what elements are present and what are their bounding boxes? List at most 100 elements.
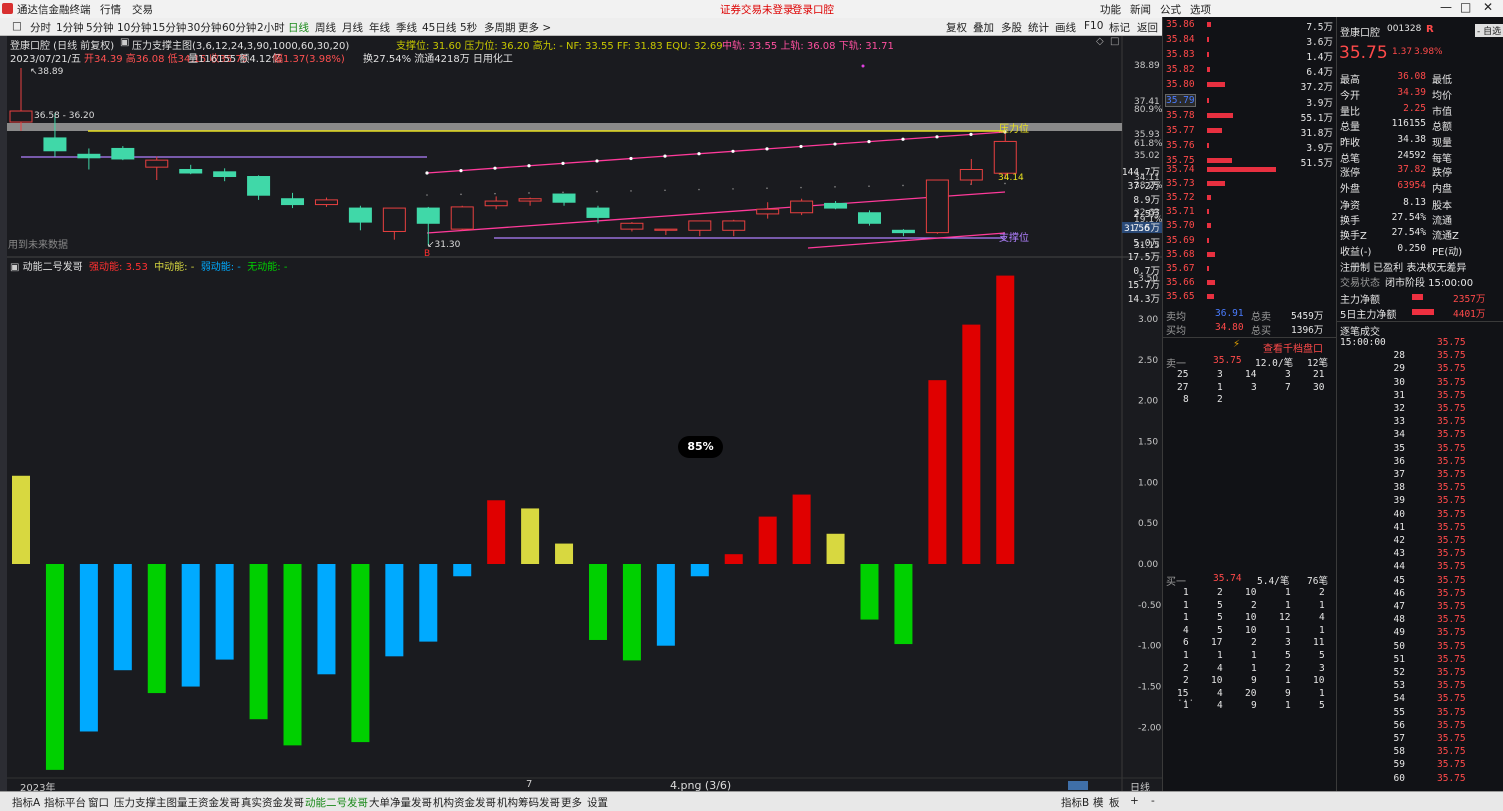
none-label: 无动能: — [247, 262, 281, 273]
tick-time: 49 — [1393, 627, 1405, 639]
indicator-tab[interactable]: 压力支撑主图 — [114, 795, 177, 810]
buy-avg-value: 34.80 — [1215, 322, 1244, 333]
sell1-size: 12.0/笔 — [1255, 358, 1294, 369]
indicator-tab[interactable]: 窗口 — [88, 795, 109, 810]
diamond-icon[interactable]: ◇ — [1096, 36, 1104, 47]
menu-formula[interactable]: 公式 — [1160, 2, 1181, 17]
bid-price[interactable]: 35.74 — [1166, 164, 1195, 175]
tick-time: 30 — [1393, 376, 1405, 388]
indicator-tab[interactable]: 真实资金发哥 — [241, 795, 304, 810]
template-tab[interactable]: 模 — [1093, 795, 1104, 810]
maximize-icon[interactable]: □ — [1460, 0, 1471, 14]
energy-bar — [12, 475, 30, 564]
bid-volume-bar — [1207, 181, 1225, 187]
queue-cell: 6 — [1183, 637, 1189, 649]
stat-value: 2.25 — [1403, 102, 1426, 114]
stat-value: 36.08 — [1397, 71, 1426, 82]
tick-time: 56 — [1393, 719, 1405, 731]
tick-price: 35.75 — [1437, 653, 1466, 665]
queue-cell: 2 — [1319, 587, 1325, 598]
channel-marker — [969, 132, 973, 137]
indicator-tab[interactable]: 机构资金发哥 — [433, 795, 496, 810]
queue-cell: 10 — [1245, 587, 1257, 598]
board-tab[interactable]: 板 — [1109, 795, 1120, 810]
stat-value: 116155 — [1391, 118, 1426, 130]
ask-volume-bar — [1207, 142, 1209, 148]
tick-price: 35.75 — [1437, 561, 1466, 573]
queue-cell: 2 — [1217, 587, 1223, 598]
ask-volume-bar — [1207, 157, 1232, 163]
sub-indicator-title[interactable]: 动能二号发哥 — [23, 262, 83, 273]
ask-price[interactable]: 35.86 — [1166, 19, 1195, 30]
bid-price[interactable]: 35.65 — [1166, 291, 1195, 302]
main5-net-value: 4401万 — [1453, 309, 1486, 320]
bid-price[interactable]: 35.73 — [1166, 178, 1195, 189]
ask-volume-bar — [1207, 52, 1209, 58]
chart-area[interactable]: ↖38.89 36.58 - 36.20 ↙31.30 压力位支撑位 34.14 B 38… — [0, 0, 1162, 791]
ask-volume: 55.1万 — [1300, 112, 1333, 124]
ask-price[interactable]: 35.82 — [1166, 64, 1195, 75]
indicator-tab[interactable]: 大单净量发哥 — [369, 795, 432, 810]
ask-price[interactable]: 35.79 — [1165, 93, 1196, 107]
tick-time: 28 — [1393, 350, 1405, 362]
bid-price[interactable]: 35.66 — [1166, 277, 1195, 288]
indicator-tab[interactable]: 指标A — [12, 795, 40, 810]
ask-price[interactable]: 35.78 — [1166, 110, 1195, 121]
bid-price[interactable]: 35.69 — [1166, 235, 1195, 246]
zoom-out-button[interactable]: - — [1151, 795, 1155, 807]
energy-tick-label: 2.00 — [1138, 397, 1158, 407]
indicator-tab-active[interactable]: 动能二号发哥 — [305, 795, 368, 810]
thousand-level-link[interactable]: 查看千档盘口 — [1263, 340, 1323, 355]
queue-cell: 1 — [1217, 650, 1223, 661]
bid-price[interactable]: 35.67 — [1166, 263, 1195, 274]
indicator-tab[interactable]: 机构筹码发哥 — [497, 795, 560, 810]
bid-volume: 17.5万 — [1127, 251, 1160, 263]
ask-price[interactable]: 35.83 — [1166, 49, 1195, 60]
ask-price[interactable]: 35.76 — [1166, 140, 1195, 151]
tick-panel-title[interactable]: 逐笔成交 — [1340, 323, 1380, 338]
settings-tab[interactable]: 设置 — [587, 795, 608, 810]
channel-dot — [766, 187, 768, 189]
menu-options[interactable]: 选项 — [1190, 2, 1211, 17]
bid-price[interactable]: 35.70 — [1166, 220, 1195, 231]
tick-price: 35.75 — [1437, 693, 1466, 705]
indicator-b-tab[interactable]: 指标B — [1061, 795, 1089, 810]
indicator-tab[interactable]: 量王资金发哥 — [177, 795, 240, 810]
queue-cell: 8 — [1183, 394, 1189, 406]
candle-body — [416, 207, 440, 224]
date-axis-mid: 7 — [526, 779, 533, 790]
tick-time: 55 — [1393, 706, 1405, 718]
close-icon[interactable]: ✕ — [1483, 0, 1493, 14]
buy1-label: 买一 — [1166, 577, 1186, 588]
bid-price[interactable]: 35.71 — [1166, 206, 1195, 217]
watchlist-button[interactable]: - 自选 — [1475, 24, 1503, 37]
indicator-tab[interactable]: 指标平台 — [44, 795, 86, 810]
channel-marker — [493, 166, 497, 170]
pressure-zone-band — [7, 123, 1122, 131]
bid-price[interactable]: 35.72 — [1166, 192, 1195, 203]
channel-dot — [494, 192, 496, 195]
order-book-panel: 35.86 7.5万 35.84 3.6万 35.83 1.4万 35.82 6.4万 35.8… — [1122, 17, 1337, 791]
candle-body — [790, 200, 814, 214]
channel-marker — [867, 140, 871, 144]
square-icon[interactable]: □ — [1110, 36, 1119, 47]
energy-bar — [724, 554, 743, 564]
ask-price[interactable]: 35.84 — [1166, 34, 1195, 45]
minimize-icon[interactable]: — — [1440, 0, 1452, 14]
candle-body — [518, 198, 542, 202]
scroll-thumb[interactable] — [1068, 781, 1088, 790]
energy-bar — [385, 564, 404, 657]
last-price: 35.75 — [1339, 43, 1388, 63]
more-tab[interactable]: 更多 — [561, 795, 582, 810]
lightning-icon: ⚡ — [1233, 339, 1241, 350]
queue-cell: 5 — [1319, 650, 1325, 661]
ask-price[interactable]: 35.77 — [1166, 125, 1195, 136]
zoom-in-button[interactable]: + — [1130, 795, 1139, 807]
bid-price[interactable]: 35.68 — [1166, 249, 1195, 260]
bid-volume: 8.9万 — [1133, 195, 1160, 207]
queue-cell: 4 — [1217, 662, 1223, 674]
ask-price[interactable]: 35.80 — [1166, 79, 1195, 90]
energy-bar — [928, 380, 947, 564]
energy-bar — [147, 564, 166, 694]
tick-price: 35.75 — [1437, 429, 1466, 441]
